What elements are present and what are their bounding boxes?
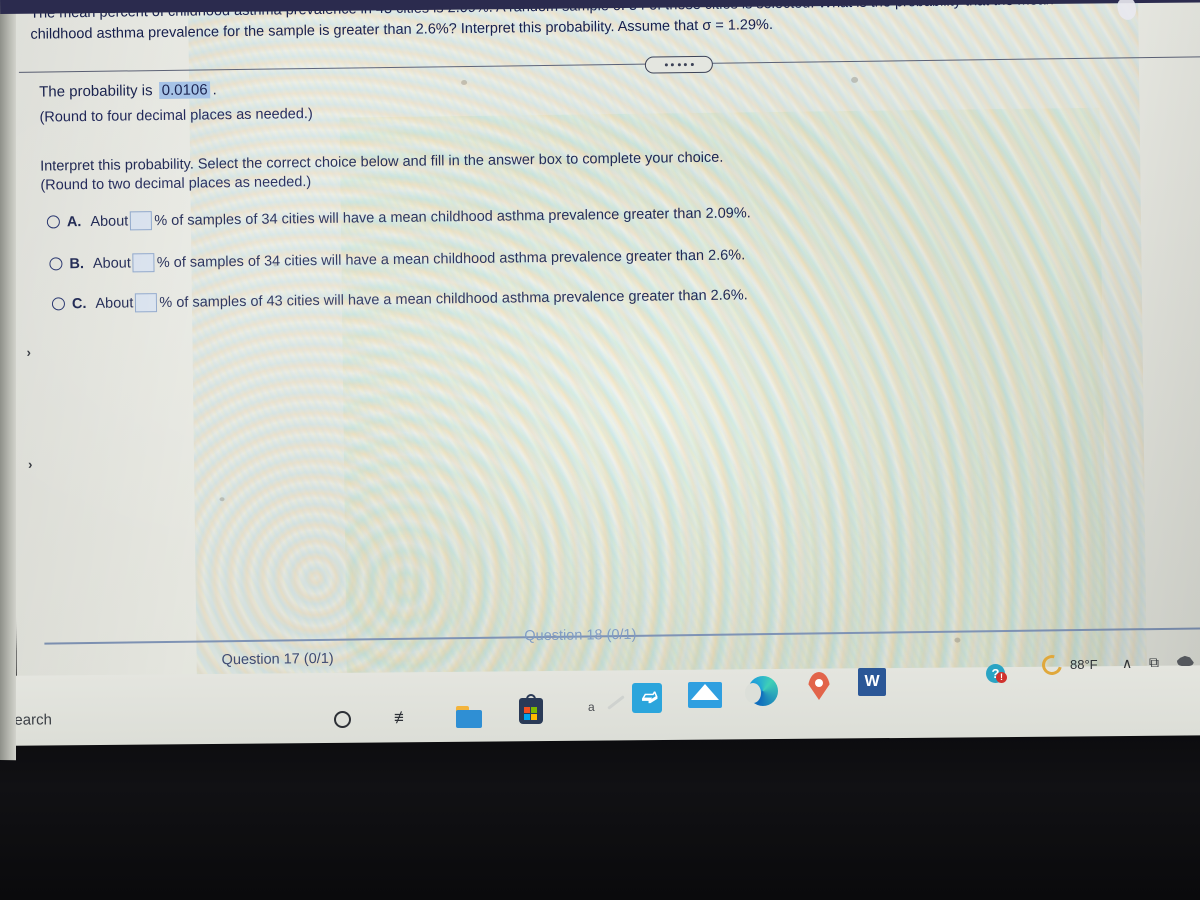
pager-next-question[interactable]: Question 18 (0/1) <box>524 627 636 644</box>
scroll-chevron-icon[interactable]: › <box>28 457 33 472</box>
tray-temperature[interactable]: 88°F <box>1070 657 1098 672</box>
probability-value-field[interactable]: 0.0106 <box>158 81 211 100</box>
choice-c-input[interactable] <box>135 293 158 313</box>
radio-button-b[interactable] <box>49 257 63 271</box>
mail-icon[interactable] <box>688 682 722 708</box>
pen-shaft <box>607 695 625 710</box>
chevron-up-icon[interactable]: ∧ <box>1122 655 1132 672</box>
file-explorer-body <box>456 710 482 728</box>
choice-option-c[interactable]: C. About % of samples of 43 cities will … <box>51 285 748 313</box>
ellipsis-dot <box>690 63 694 67</box>
choice-b-pre-text: About <box>92 254 131 272</box>
homework-content: The mean percent of childhood asthma pre… <box>8 0 1200 744</box>
pager-current-question[interactable]: Question 17 (0/1) <box>222 651 334 668</box>
choice-c-pre-text: About <box>95 294 134 312</box>
round-two-note: (Round to two decimal places as needed.) <box>40 174 312 194</box>
interpret-prompt: Interpret this probability. Select the c… <box>40 149 724 175</box>
probability-label: The probability is <box>39 82 153 101</box>
scroll-chevron-icon[interactable]: › <box>26 345 31 360</box>
file-explorer-icon[interactable] <box>456 706 482 728</box>
monitor-bezel-bottom: hp <box>0 726 1200 900</box>
cortana-circle-icon[interactable] <box>334 711 351 728</box>
monitor-bezel-left <box>0 0 16 761</box>
store-handle <box>526 694 536 701</box>
choice-b-input[interactable] <box>132 253 155 273</box>
probability-suffix: . <box>212 81 217 99</box>
choice-c-post-text: % of samples of 43 cities will have a me… <box>159 286 748 311</box>
choice-option-a[interactable]: A. About % of samples of 34 cities will … <box>46 203 751 231</box>
radio-button-c[interactable] <box>51 297 66 311</box>
windows-taskbar: o search <box>0 665 1200 746</box>
choice-a-input[interactable] <box>130 211 153 231</box>
mail-flap <box>691 684 719 700</box>
probability-line: The probability is 0.0106. <box>39 81 217 100</box>
choice-letter-a: A. <box>66 213 82 230</box>
store-logo-grid <box>524 707 537 720</box>
pen-icon[interactable] <box>602 695 630 722</box>
choice-b-post-text: % of samples of 34 cities will have a me… <box>156 246 746 271</box>
choice-letter-b: B. <box>69 255 85 272</box>
choice-a-post-text: % of samples of 34 cities will have a me… <box>154 204 751 229</box>
ellipsis-dot <box>670 63 674 67</box>
edge-icon[interactable] <box>745 676 778 706</box>
ellipsis-dot <box>683 63 687 67</box>
choice-letter-c: C. <box>71 295 87 312</box>
stem-divider <box>18 56 1200 73</box>
help-tray-icon[interactable]: ? ! <box>986 664 1007 683</box>
ellipsis-dot <box>677 63 681 67</box>
choice-a-pre-text: About <box>90 212 129 230</box>
choice-option-b[interactable]: B. About % of samples of 34 cities will … <box>49 245 745 273</box>
radio-button-a[interactable] <box>46 215 60 229</box>
edge-notch <box>745 683 761 703</box>
word-icon[interactable]: W <box>858 668 886 696</box>
microsoft-store-icon[interactable] <box>519 694 543 724</box>
task-view-icon[interactable]: ≢ <box>394 708 414 730</box>
help-tray-badge: ! <box>996 672 1007 683</box>
monitor-photo: hp The mean percent of childhood asthma … <box>0 0 1200 900</box>
round-four-note: (Round to four decimal places as needed.… <box>39 106 313 126</box>
teams-icon[interactable]: ➫ <box>632 683 662 713</box>
ellipsis-expand-button[interactable] <box>644 55 713 74</box>
location-pin-dot <box>815 679 823 687</box>
ellipsis-dot <box>664 63 668 67</box>
office-a-icon[interactable]: a <box>588 700 595 714</box>
screen-area: The mean percent of childhood asthma pre… <box>8 0 1200 744</box>
teams-glyph: ➫ <box>642 687 658 708</box>
camera-tray-icon[interactable]: ⧉ <box>1149 654 1159 671</box>
